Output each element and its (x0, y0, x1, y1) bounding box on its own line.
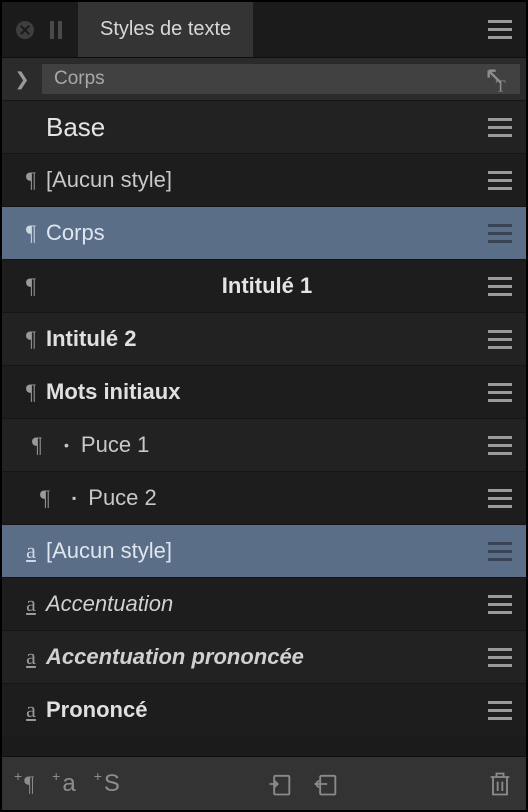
reset-formatting-icon[interactable]: T (476, 64, 520, 94)
paragraph-icon: ¶ (16, 167, 46, 193)
style-label: Puce 1 (81, 432, 488, 458)
paragraph-icon: ¶ (16, 379, 46, 405)
style-label: [Aucun style] (46, 538, 488, 564)
style-row-heading2[interactable]: ¶ Intitulé 2 (2, 312, 526, 365)
style-label: Corps (46, 220, 488, 246)
style-label: Accentuation prononcée (46, 644, 488, 670)
character-icon: a (16, 644, 46, 670)
style-label: Accentuation (46, 591, 488, 617)
style-glyph: S (104, 770, 120, 798)
row-menu-icon[interactable] (488, 224, 512, 243)
style-label: Base (46, 112, 488, 143)
paragraph-icon: ¶ (30, 485, 60, 511)
style-row-none-para[interactable]: ¶ [Aucun style] (2, 153, 526, 206)
style-row-strong[interactable]: a Prononcé (2, 683, 526, 736)
plus-icon: + (52, 768, 60, 784)
row-menu-icon[interactable] (488, 383, 512, 402)
style-row-bullet1[interactable]: ¶ • Puce 1 (2, 418, 526, 471)
paragraph-icon: ¶ (16, 326, 46, 352)
style-label: Intitulé 2 (46, 326, 488, 352)
paragraph-icon: ¶ (22, 432, 52, 458)
character-icon: a (16, 591, 46, 617)
bullet-square-icon: ▪ (72, 491, 76, 505)
bullet-dot-icon: • (64, 437, 69, 453)
panel-menu-icon[interactable] (488, 20, 512, 39)
add-group-button[interactable]: + S (94, 770, 120, 798)
paragraph-icon: ¶ (16, 273, 46, 299)
style-row-bullet2[interactable]: ¶ ▪ Puce 2 (2, 471, 526, 524)
row-menu-icon[interactable] (488, 277, 512, 296)
dock-icon[interactable] (50, 21, 62, 39)
add-character-style-button[interactable]: + a (52, 770, 76, 798)
add-paragraph-style-button[interactable]: + ¶ (14, 771, 34, 797)
row-menu-icon[interactable] (488, 701, 512, 720)
row-menu-icon[interactable] (488, 648, 512, 667)
style-label: Puce 2 (88, 485, 488, 511)
style-row-corps[interactable]: ¶ Corps (2, 206, 526, 259)
style-label: Prononcé (46, 697, 488, 723)
style-row-strong-emphasis[interactable]: a Accentuation prononcée (2, 630, 526, 683)
import-styles-button[interactable] (266, 770, 294, 798)
svg-text:T: T (496, 77, 506, 94)
style-row-heading1[interactable]: ¶ Intitulé 1 (2, 259, 526, 312)
paragraph-icon: ¶ (16, 220, 46, 246)
row-menu-icon[interactable] (488, 171, 512, 190)
style-row-emphasis[interactable]: a Accentuation (2, 577, 526, 630)
current-style-field[interactable]: Corps (42, 64, 476, 94)
row-menu-icon[interactable] (488, 489, 512, 508)
character-icon: a (16, 697, 46, 723)
style-label: Mots initiaux (46, 379, 488, 405)
paragraph-glyph: ¶ (24, 771, 34, 797)
row-menu-icon[interactable] (488, 436, 512, 455)
chevron-right-icon[interactable]: ❯ (2, 69, 42, 90)
style-row-initialwords[interactable]: ¶ Mots initiaux (2, 365, 526, 418)
current-style-label: Corps (54, 68, 105, 90)
character-icon: a (16, 538, 46, 564)
row-menu-icon[interactable] (488, 542, 512, 561)
tab-text-styles[interactable]: Styles de texte (78, 2, 253, 57)
tab-label: Styles de texte (100, 18, 231, 41)
character-glyph: a (62, 770, 75, 798)
style-label: Intitulé 1 (46, 273, 488, 299)
row-menu-icon[interactable] (488, 595, 512, 614)
export-styles-button[interactable] (312, 770, 340, 798)
styles-list: Base ¶ [Aucun style] ¶ Corps ¶ Intitulé … (2, 100, 526, 756)
style-label: [Aucun style] (46, 167, 488, 193)
plus-icon: + (14, 768, 22, 784)
plus-icon: + (94, 768, 102, 784)
row-menu-icon[interactable] (488, 118, 512, 137)
delete-style-button[interactable] (486, 770, 514, 798)
style-group-base[interactable]: Base (2, 100, 526, 153)
style-row-none-char[interactable]: a [Aucun style] (2, 524, 526, 577)
close-icon[interactable] (16, 21, 34, 39)
row-menu-icon[interactable] (488, 330, 512, 349)
